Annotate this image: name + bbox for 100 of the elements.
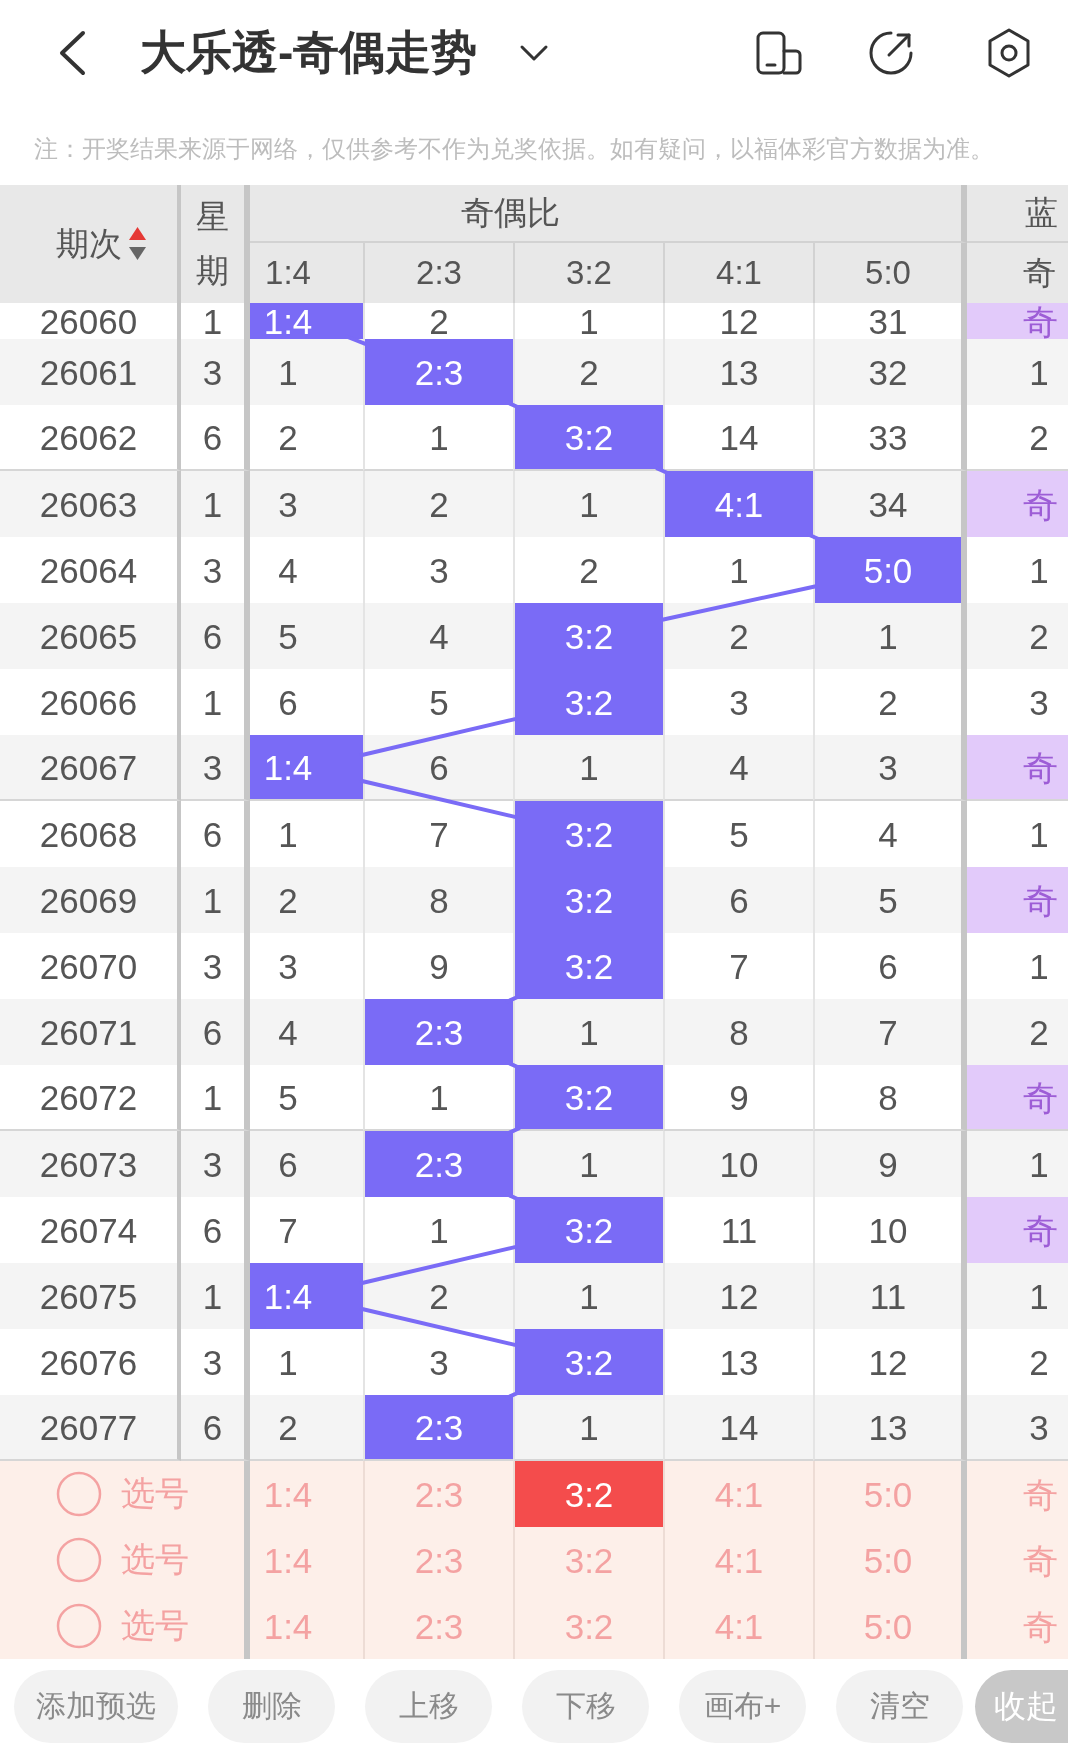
pick-label[interactable]: 选号 — [121, 1537, 189, 1583]
delete-button[interactable]: 删除 — [208, 1670, 335, 1743]
column-header: 星期 — [196, 196, 229, 291]
pick-option[interactable]: 1:4 — [250, 1527, 363, 1593]
ratio-cell: 2:3 — [363, 1395, 513, 1461]
parity-cell: 奇 — [967, 471, 1068, 537]
device-icon[interactable] — [756, 31, 802, 75]
ratio-cell: 34 — [813, 471, 967, 537]
ratio-cell: 5 — [250, 603, 363, 669]
ratio-cell: 1 — [363, 405, 513, 471]
ratio-cell: 3:2 — [513, 1065, 663, 1131]
ratio-cell: 13 — [663, 339, 813, 405]
ratio-cell: 3:2 — [513, 867, 663, 933]
ratio-cell: 2 — [813, 669, 967, 735]
notice-text: 注：开奖结果来源于网络，仅供参考不作为兑奖依据。如有疑问，以福体彩官方数据为准。 — [34, 134, 994, 164]
weekday-cell: 3 — [181, 735, 250, 801]
ratio-cell: 3:2 — [513, 1197, 663, 1263]
ratio-cell: 1:4 — [250, 1263, 363, 1329]
ratio-cell: 1 — [513, 471, 663, 537]
pick-option[interactable]: 5:0 — [813, 1461, 967, 1527]
pick-option[interactable]: 奇 — [967, 1593, 1068, 1659]
share-icon[interactable] — [868, 30, 914, 76]
pick-option[interactable]: 奇 — [967, 1527, 1068, 1593]
weekday-cell: 1 — [181, 471, 250, 537]
pick-option[interactable]: 1:4 — [250, 1593, 363, 1659]
move-up-button[interactable]: 上移 — [365, 1670, 492, 1743]
ratio-cell: 8 — [663, 999, 813, 1065]
parity-cell: 3 — [967, 1395, 1068, 1461]
pick-option[interactable]: 2:3 — [363, 1527, 513, 1593]
ratio-cell: 33 — [813, 405, 967, 471]
ratio-cell: 2 — [250, 1395, 363, 1461]
radio-button[interactable] — [56, 1603, 102, 1649]
ratio-cell: 13 — [813, 1395, 967, 1461]
period-cell: 26065 — [0, 603, 181, 669]
period-cell: 26061 — [0, 339, 181, 405]
radio-button[interactable] — [56, 1537, 102, 1583]
ratio-cell: 6 — [663, 867, 813, 933]
group-header: 奇偶比 — [461, 192, 560, 233]
pick-option[interactable]: 3:2 — [513, 1527, 663, 1593]
parity-cell: 1 — [967, 1263, 1068, 1329]
ratio-cell: 6 — [363, 735, 513, 801]
chevron-down-icon[interactable] — [519, 44, 550, 62]
ratio-cell: 1:4 — [250, 303, 363, 339]
pick-option[interactable]: 3:2 — [513, 1461, 663, 1527]
back-icon[interactable] — [58, 30, 86, 76]
weekday-cell: 1 — [181, 1065, 250, 1131]
period-cell: 26073 — [0, 1131, 181, 1197]
ratio-cell: 4 — [813, 801, 967, 867]
weekday-cell: 6 — [181, 603, 250, 669]
column-header: 2:3 — [416, 254, 462, 292]
column-header: 奇 — [1023, 252, 1055, 293]
weekday-cell: 3 — [181, 339, 250, 405]
period-cell: 26063 — [0, 471, 181, 537]
parity-cell: 奇 — [967, 1197, 1068, 1263]
pick-option[interactable]: 奇 — [967, 1461, 1068, 1527]
pick-option[interactable]: 5:0 — [813, 1527, 967, 1593]
parity-cell: 奇 — [967, 1065, 1068, 1131]
ratio-cell: 1 — [813, 603, 967, 669]
ratio-cell: 12 — [663, 1263, 813, 1329]
ratio-cell: 1 — [250, 339, 363, 405]
column-header[interactable]: 期次 — [55, 221, 122, 267]
move-down-button[interactable]: 下移 — [522, 1670, 649, 1743]
ratio-cell: 1 — [513, 1263, 663, 1329]
weekday-cell: 3 — [181, 1131, 250, 1197]
parity-cell: 1 — [967, 1131, 1068, 1197]
weekday-cell: 1 — [181, 867, 250, 933]
ratio-cell: 2:3 — [363, 339, 513, 405]
ratio-cell: 10 — [663, 1131, 813, 1197]
trend-line — [505, 1060, 521, 1070]
ratio-cell: 32 — [813, 339, 967, 405]
ratio-cell: 1 — [513, 999, 663, 1065]
weekday-cell: 6 — [181, 405, 250, 471]
page-title: 大乐透-奇偶走势 — [140, 25, 478, 81]
pick-option[interactable]: 4:1 — [663, 1527, 813, 1593]
pick-label[interactable]: 选号 — [121, 1471, 189, 1517]
ratio-cell: 3:2 — [513, 1329, 663, 1395]
canvas-add-button[interactable]: 画布+ — [679, 1670, 806, 1743]
radio-button[interactable] — [56, 1471, 102, 1517]
period-cell: 26069 — [0, 867, 181, 933]
ratio-cell: 6 — [813, 933, 967, 999]
period-cell: 26067 — [0, 735, 181, 801]
period-cell: 26062 — [0, 405, 181, 471]
settings-icon[interactable] — [986, 28, 1032, 78]
ratio-cell: 14 — [663, 1395, 813, 1461]
clear-button[interactable]: 清空 — [836, 1670, 963, 1743]
weekday-cell: 6 — [181, 1395, 250, 1461]
pick-label[interactable]: 选号 — [121, 1603, 189, 1649]
sort-icon[interactable] — [127, 225, 147, 263]
trend-line — [655, 466, 671, 476]
ratio-cell: 1:4 — [250, 735, 363, 801]
pick-option[interactable]: 4:1 — [663, 1461, 813, 1527]
pick-option[interactable]: 1:4 — [250, 1461, 363, 1527]
group-header: 蓝 — [1025, 192, 1058, 233]
ratio-cell: 9 — [813, 1131, 967, 1197]
ratio-cell: 12 — [813, 1329, 967, 1395]
ratio-cell: 2 — [663, 603, 813, 669]
ratio-cell: 14 — [663, 405, 813, 471]
ratio-cell: 2 — [363, 471, 513, 537]
ratio-cell: 3:2 — [513, 603, 663, 669]
add-preselect-button[interactable]: 添加预选 — [14, 1670, 178, 1743]
